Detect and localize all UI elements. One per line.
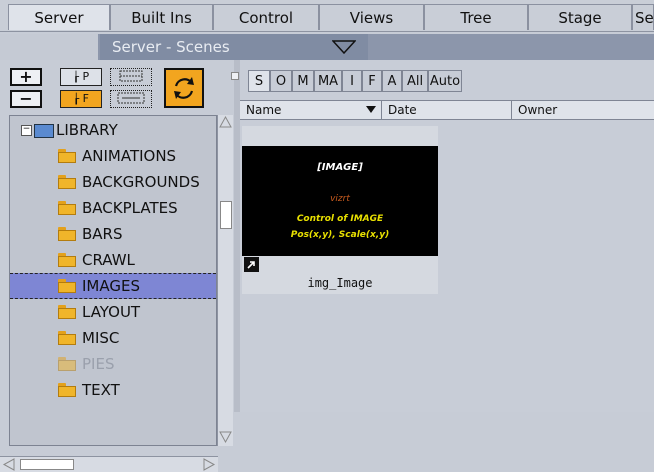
scroll-up-icon[interactable]: [218, 115, 233, 129]
filter-tab-m[interactable]: M: [292, 70, 314, 92]
tree-item-label: CRAWL: [82, 251, 135, 269]
folder-add-icon: ┟: [73, 94, 80, 105]
filter-tab-o[interactable]: O: [270, 70, 292, 92]
sort-down-icon[interactable]: [366, 106, 376, 114]
tree-item-text[interactable]: TEXT: [10, 378, 216, 402]
tab-views[interactable]: Views: [319, 4, 424, 30]
folder-label: F: [82, 92, 89, 105]
folder-icon: [58, 201, 76, 215]
tab-control[interactable]: Control: [213, 4, 319, 30]
column-owner[interactable]: Owner: [512, 101, 654, 119]
tree-root-label: LIBRARY: [56, 121, 118, 139]
filter-tab-ma[interactable]: MA: [314, 70, 342, 92]
tree-item-bars[interactable]: BARS: [10, 222, 216, 246]
scene-item-label: img_Image: [307, 276, 373, 290]
tree-item-backgrounds[interactable]: BACKGROUNDS: [10, 170, 216, 194]
filter-tab-a[interactable]: A: [382, 70, 402, 92]
folder-icon: [58, 227, 76, 241]
header-title: Server - Scenes: [112, 38, 230, 56]
column-header: Name Date Owner: [240, 100, 654, 120]
tab-server-partial[interactable]: Se: [632, 4, 654, 30]
column-name-label: Name: [246, 103, 282, 117]
collapse-node-icon[interactable]: −: [21, 125, 32, 136]
folder-icon: [58, 331, 76, 345]
tree-item-label: BACKGROUNDS: [82, 173, 200, 191]
project-icon: ┟: [72, 72, 79, 83]
expand-button[interactable]: +: [10, 68, 42, 86]
tree-horizontal-scrollbar[interactable]: [0, 456, 218, 472]
grid-view-button[interactable]: [110, 68, 152, 86]
refresh-icon: [174, 77, 194, 99]
folder-icon: [58, 149, 76, 163]
scroll-right-icon[interactable]: [202, 457, 216, 471]
vizrt-logo: vizrt: [330, 194, 350, 204]
tree-item-label: MISC: [82, 329, 120, 347]
tree-item-label: PIES: [82, 355, 115, 373]
library-panel: + − ┟ P ┟ F − LIBRARY ANIMATIONS BACKGRO…: [0, 60, 234, 472]
tree-item-label: BARS: [82, 225, 123, 243]
column-date[interactable]: Date: [382, 101, 512, 119]
vertical-scroll-thumb[interactable]: [220, 201, 232, 229]
splitter-handle[interactable]: [231, 72, 239, 80]
folder-icon: [58, 305, 76, 319]
tree-item-label: TEXT: [82, 381, 120, 399]
project-label: P: [82, 70, 90, 83]
tree-vertical-scrollbar[interactable]: [217, 115, 233, 446]
tab-built-ins[interactable]: Built Ins: [110, 4, 213, 30]
library-tree: − LIBRARY ANIMATIONS BACKGROUNDS BACKPLA…: [9, 115, 217, 446]
filter-tab-auto[interactable]: Auto: [428, 70, 462, 92]
folder-icon: [58, 253, 76, 267]
tree-item-label: ANIMATIONS: [82, 147, 177, 165]
tree-item-images[interactable]: IMAGES: [10, 273, 216, 299]
filter-tab-i[interactable]: I: [342, 70, 362, 92]
dropdown-triangle-icon[interactable]: [332, 40, 356, 54]
filter-tab-s[interactable]: S: [248, 70, 270, 92]
tree-item-misc[interactable]: MISC: [10, 326, 216, 350]
list-view-button[interactable]: [110, 90, 152, 108]
tree-item-crawl[interactable]: CRAWL: [10, 248, 216, 272]
tab-server[interactable]: Server: [8, 4, 110, 30]
scene-thumbnail: [IMAGE] vizrt Control of IMAGE Pos(x,y),…: [242, 146, 438, 256]
shortcut-icon: [244, 257, 259, 272]
tree-item-layout[interactable]: LAYOUT: [10, 300, 216, 324]
column-name[interactable]: Name: [240, 101, 382, 119]
filter-tab-f[interactable]: F: [362, 70, 382, 92]
refresh-button[interactable]: [164, 68, 204, 108]
scroll-left-icon[interactable]: [2, 457, 16, 471]
scroll-down-icon[interactable]: [218, 430, 233, 444]
top-tab-bar: Server Built Ins Control Views Tree Stag…: [0, 0, 654, 32]
tree-item-label: LAYOUT: [82, 303, 141, 321]
folder-icon: [58, 357, 76, 371]
filter-tab-all[interactable]: All: [402, 70, 428, 92]
grid-view-icon: [119, 70, 143, 82]
list-view-icon: [117, 92, 145, 104]
scene-selector[interactable]: Server - Scenes: [100, 34, 368, 60]
scene-item[interactable]: [IMAGE] vizrt Control of IMAGE Pos(x,y),…: [242, 126, 438, 294]
drive-icon: [34, 124, 54, 138]
tree-item-pies[interactable]: PIES: [10, 352, 216, 376]
folder-icon: [58, 383, 76, 397]
header-lead: [0, 34, 98, 60]
add-project-button[interactable]: ┟ P: [60, 68, 102, 86]
folder-icon: [58, 175, 76, 189]
thumb-caption-image: [IMAGE]: [317, 162, 363, 173]
scene-browser: S O M MA I F A All Auto Name Date Owner …: [240, 60, 654, 412]
tree-item-backplates[interactable]: BACKPLATES: [10, 196, 216, 220]
collapse-button[interactable]: −: [10, 90, 42, 108]
header-bar: Server - Scenes: [0, 34, 654, 60]
tree-item-label: BACKPLATES: [82, 199, 178, 217]
thumb-caption-control: Control of IMAGE: [296, 214, 384, 224]
folder-icon: [58, 279, 76, 293]
tree-item-label: IMAGES: [82, 277, 140, 295]
tree-item-animations[interactable]: ANIMATIONS: [10, 144, 216, 168]
tab-stage[interactable]: Stage: [528, 4, 632, 30]
tab-tree[interactable]: Tree: [424, 4, 528, 30]
thumb-caption-pos-scale: Pos(x,y), Scale(x,y): [290, 230, 390, 240]
tree-root-library[interactable]: − LIBRARY: [10, 118, 216, 142]
horizontal-scroll-thumb[interactable]: [20, 459, 74, 470]
add-folder-button[interactable]: ┟ F: [60, 90, 102, 108]
